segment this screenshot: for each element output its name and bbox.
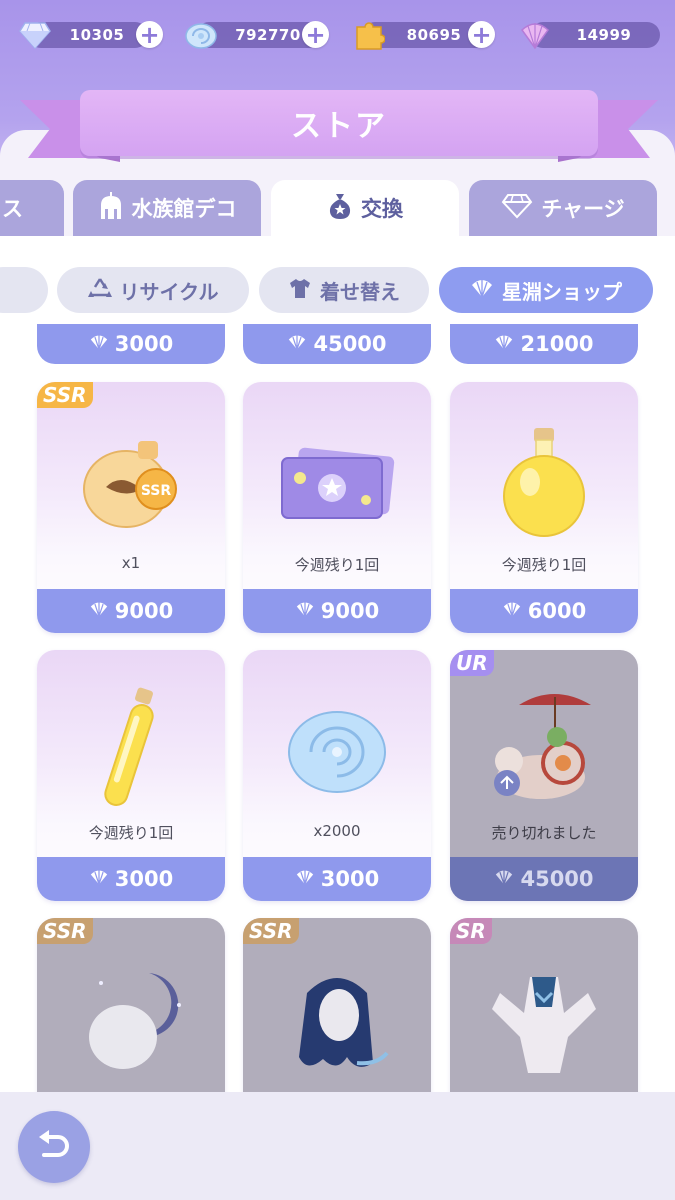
rarity-badge: UR	[450, 650, 494, 676]
shop-item-card[interactable]: x2000 3000	[243, 650, 431, 901]
puzzle-icon	[350, 16, 388, 54]
shell-currency-icon	[295, 599, 315, 623]
diamond-icon	[501, 193, 533, 224]
price-value: 3000	[114, 867, 174, 891]
shop-content: リサイクル 着せ替え 星淵ショップ 3000 45000 21000 SSR S…	[0, 236, 675, 1092]
rarity-badge: SR	[450, 918, 492, 944]
tab-label: ス	[2, 197, 23, 221]
subtab-label: 星淵ショップ	[502, 279, 622, 304]
shell-currency-icon	[494, 332, 514, 356]
shop-item-card[interactable]: 今週残り1回 6000	[450, 382, 638, 633]
item-caption: x2000	[313, 822, 361, 840]
price-value: 3000	[114, 332, 174, 356]
shop-item-card-soldout: SSR	[37, 918, 225, 1092]
add-shell-button[interactable]: +	[302, 21, 329, 48]
snail-umbrella-icon	[450, 680, 638, 820]
nautilus-shell-icon	[243, 680, 431, 820]
rarity-badge: SSR	[243, 918, 299, 944]
price-label-soldout: 45000	[450, 857, 638, 901]
item-caption: x1	[121, 554, 141, 572]
svg-text:SSR: SSR	[141, 483, 172, 499]
price-button[interactable]: 3000	[37, 857, 225, 901]
shop-item-card[interactable]: 今週残り1回 9000	[243, 382, 431, 633]
shell-currency-icon	[287, 332, 307, 356]
shell-currency-icon	[89, 867, 109, 891]
price-value: 6000	[527, 599, 587, 623]
tab-label: 水族館デコ	[131, 197, 237, 221]
currency-amount: 80695	[406, 26, 462, 44]
shop-item-card-soldout: UR 売り切れました 45000	[450, 650, 638, 901]
price-button[interactable]: 45000	[243, 324, 431, 364]
item-caption: 今週残り1回	[294, 556, 380, 574]
price-value: 9000	[320, 599, 380, 623]
tab-label: チャージ	[541, 197, 625, 221]
price-value: 3000	[320, 867, 380, 891]
bottom-bar	[0, 1092, 675, 1200]
moon-head-icon	[37, 948, 225, 1088]
add-puzzle-button[interactable]: +	[468, 21, 495, 48]
subtab-label: リサイクル	[119, 279, 219, 304]
price-button[interactable]: 6000	[450, 589, 638, 633]
item-caption: 今週残り1回	[501, 556, 587, 574]
price-value: 45000	[520, 867, 594, 891]
add-diamond-button[interactable]: +	[136, 21, 163, 48]
rarity-badge: SSR	[37, 918, 93, 944]
money-bag-icon	[327, 192, 353, 225]
rarity-badge: SSR	[37, 382, 93, 408]
shell-currency-icon	[295, 867, 315, 891]
item-caption: 今週残り1回	[88, 824, 174, 842]
price-value: 21000	[520, 332, 594, 356]
subtab-dressup[interactable]: 着せ替え	[259, 267, 429, 313]
star-shell-icon	[516, 16, 554, 54]
page-title: ストア	[80, 90, 598, 156]
subtab-recycle[interactable]: リサイクル	[57, 267, 249, 313]
price-button[interactable]: 3000	[37, 324, 225, 364]
shell-icon	[182, 16, 220, 54]
tab-charge[interactable]: チャージ	[469, 180, 657, 236]
shop-item-card-soldout: SR	[450, 918, 638, 1092]
shop-item-card-soldout: SSR	[243, 918, 431, 1092]
shell-icon	[470, 277, 494, 304]
price-value: 9000	[114, 599, 174, 623]
shirt-icon	[288, 277, 312, 304]
hair-icon	[243, 948, 431, 1088]
tab-exchange[interactable]: 交換	[271, 180, 459, 236]
shell-currency-icon	[89, 599, 109, 623]
undo-arrow-icon	[36, 1129, 72, 1165]
vial-icon	[37, 680, 225, 820]
currency-amount: 10305	[69, 26, 125, 44]
price-button[interactable]: 9000	[37, 589, 225, 633]
diamond-icon	[16, 16, 54, 54]
currency-bar: 10305 + 792770 + 80695 + 14999	[0, 16, 675, 56]
tab-aquarium-deco[interactable]: 水族館デコ	[73, 180, 261, 236]
building-icon	[98, 191, 124, 226]
price-button[interactable]: 3000	[243, 857, 431, 901]
shop-item-card[interactable]: SSR SSR x1 9000	[37, 382, 225, 633]
price-button[interactable]: 9000	[243, 589, 431, 633]
subtab-label: 着せ替え	[320, 279, 400, 304]
subtab-partial[interactable]	[0, 267, 48, 313]
shell-currency-icon	[89, 332, 109, 356]
price-button[interactable]: 21000	[450, 324, 638, 364]
ticket-icon	[243, 412, 431, 552]
price-value: 45000	[313, 332, 387, 356]
dress-icon	[450, 948, 638, 1088]
recycle-icon	[87, 277, 112, 304]
shell-currency-icon	[502, 599, 522, 623]
shell-currency-icon	[494, 867, 514, 891]
currency-amount: 14999	[576, 26, 632, 44]
tab-partial[interactable]: ス	[0, 180, 64, 236]
ssr-potion-icon: SSR	[37, 412, 225, 552]
subtab-star-shop[interactable]: 星淵ショップ	[439, 267, 653, 313]
round-flask-icon	[450, 412, 638, 552]
currency-amount: 792770	[235, 26, 301, 44]
tab-label: 交換	[361, 197, 403, 221]
item-caption: 売り切れました	[491, 824, 597, 842]
back-button[interactable]	[18, 1111, 90, 1183]
shop-item-card[interactable]: 今週残り1回 3000	[37, 650, 225, 901]
